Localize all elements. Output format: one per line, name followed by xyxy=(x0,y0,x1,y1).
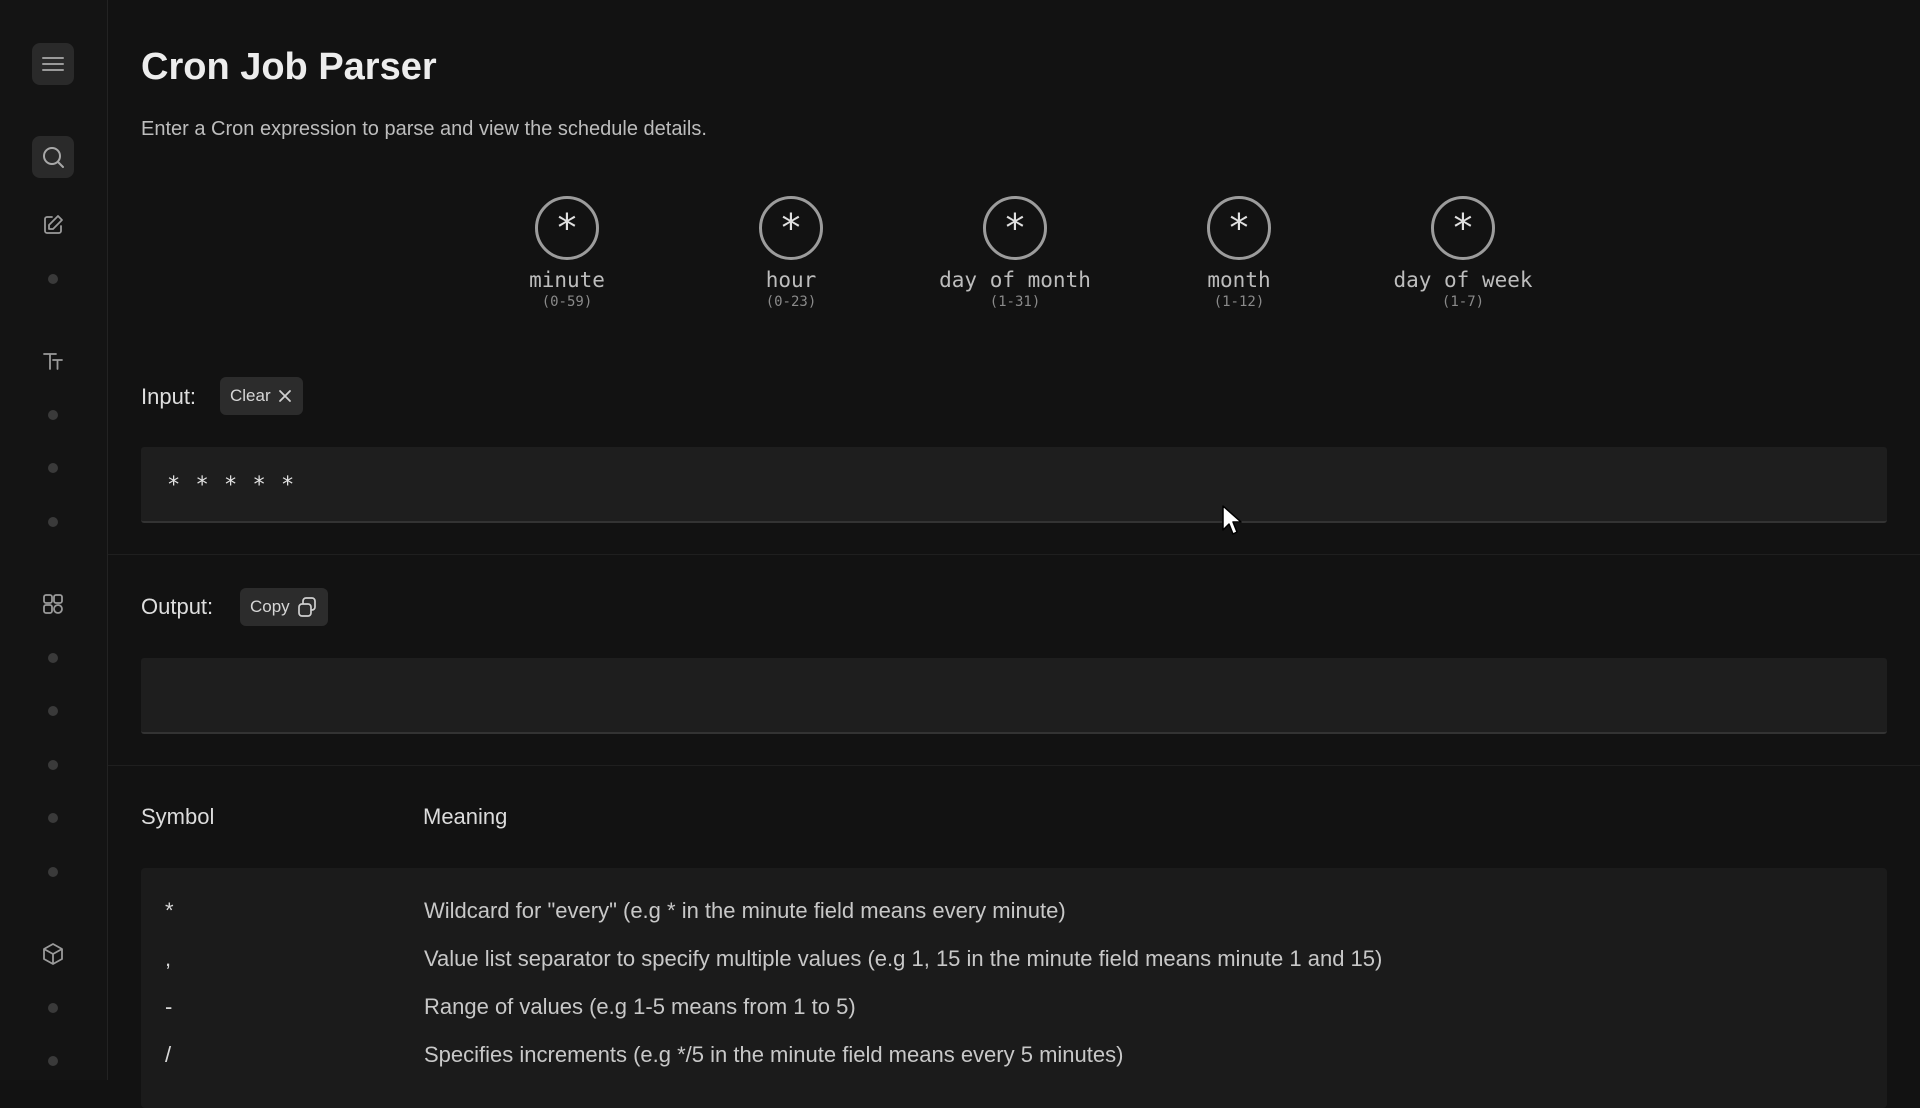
menu-icon xyxy=(42,57,64,71)
nav-dot[interactable] xyxy=(48,867,58,877)
table-cell-meaning: Specifies increments (e.g */5 in the min… xyxy=(424,1042,1124,1067)
table-row: * Wildcard for "every" (e.g * in the min… xyxy=(141,898,1887,938)
edit-icon xyxy=(44,215,63,234)
cron-input-field[interactable]: * * * * * xyxy=(141,447,1887,523)
copy-button-label: Copy xyxy=(250,597,290,616)
input-label: Input: xyxy=(141,384,197,409)
table-cell-symbol: , xyxy=(165,946,172,971)
page-title: Cron Job Parser xyxy=(141,46,437,88)
clear-button[interactable]: Clear xyxy=(220,377,303,415)
table-header-meaning: Meaning xyxy=(423,804,508,829)
field-month: * month (1-12) xyxy=(1139,196,1339,310)
table-cell-symbol: - xyxy=(165,994,173,1019)
clear-button-label: Clear xyxy=(230,386,271,405)
nav-dot[interactable] xyxy=(48,410,58,420)
cron-input-value[interactable]: * * * * * xyxy=(167,473,295,498)
field-symbol: * xyxy=(535,196,599,260)
field-symbol: * xyxy=(1207,196,1271,260)
nav-dot[interactable] xyxy=(48,1003,58,1013)
copy-icon xyxy=(297,597,316,617)
table-cell-meaning: Value list separator to specify multiple… xyxy=(424,946,1383,971)
field-day-of-week: * day of week (1-7) xyxy=(1363,196,1563,310)
table-cell-meaning: Wildcard for "every" (e.g * in the minut… xyxy=(424,898,1066,923)
main-content: Cron Job Parser Enter a Cron expression … xyxy=(108,0,1920,1108)
search-button[interactable] xyxy=(32,136,74,178)
table-cell-symbol: / xyxy=(165,1042,172,1067)
page-subtitle: Enter a Cron expression to parse and vie… xyxy=(141,118,707,140)
nav-dot[interactable] xyxy=(48,760,58,770)
field-hour: * hour (0-23) xyxy=(691,196,891,310)
copy-button[interactable]: Copy xyxy=(240,588,328,626)
field-symbol: * xyxy=(983,196,1047,260)
table-row: , Value list separator to specify multip… xyxy=(141,946,1887,986)
table-cell-meaning: Range of values (e.g 1-5 means from 1 to… xyxy=(424,994,856,1019)
section-divider xyxy=(108,765,1920,766)
cube-icon xyxy=(43,943,63,965)
close-icon xyxy=(278,390,291,402)
field-name: minute xyxy=(529,268,605,292)
output-field xyxy=(141,658,1887,734)
field-name: day of month xyxy=(939,268,1091,292)
text-icon xyxy=(43,353,63,370)
output-label: Output: xyxy=(141,594,214,619)
field-range: (0-23) xyxy=(765,294,817,310)
nav-dot[interactable] xyxy=(48,517,58,527)
field-day-of-month: * day of month (1-31) xyxy=(915,196,1115,310)
shapes-nav-item[interactable] xyxy=(38,589,68,619)
table-row: - Range of values (e.g 1-5 means from 1 … xyxy=(141,994,1887,1034)
table-header-symbol: Symbol xyxy=(141,804,215,829)
field-name: hour xyxy=(765,268,817,292)
nav-dot[interactable] xyxy=(48,463,58,473)
sidebar xyxy=(0,0,108,1080)
nav-dot[interactable] xyxy=(48,1056,58,1066)
field-name: day of week xyxy=(1393,268,1533,292)
field-symbol: * xyxy=(1431,196,1495,260)
cube-nav-item[interactable] xyxy=(38,939,68,969)
search-icon xyxy=(43,147,64,168)
menu-button[interactable] xyxy=(32,43,74,85)
field-range: (1-12) xyxy=(1213,294,1265,310)
edit-nav-item[interactable] xyxy=(38,210,68,240)
section-divider xyxy=(108,554,1920,555)
nav-dot[interactable] xyxy=(48,706,58,716)
mouse-cursor-icon xyxy=(1222,505,1242,535)
field-symbol: * xyxy=(759,196,823,260)
field-name: month xyxy=(1207,268,1271,292)
field-range: (1-7) xyxy=(1441,294,1485,310)
symbol-table: * Wildcard for "every" (e.g * in the min… xyxy=(141,868,1887,1108)
field-range: (1-31) xyxy=(989,294,1041,310)
text-nav-item[interactable] xyxy=(38,346,68,376)
nav-dot[interactable] xyxy=(48,813,58,823)
nav-dot[interactable] xyxy=(48,274,58,284)
field-range: (0-59) xyxy=(541,294,593,310)
field-minute: * minute (0-59) xyxy=(467,196,667,310)
cron-fields: * minute (0-59) * hour (0-23) * day of m… xyxy=(108,196,1920,316)
table-cell-symbol: * xyxy=(165,898,174,923)
nav-dot[interactable] xyxy=(48,653,58,663)
shapes-icon xyxy=(43,594,63,614)
table-row: / Specifies increments (e.g */5 in the m… xyxy=(141,1042,1887,1082)
